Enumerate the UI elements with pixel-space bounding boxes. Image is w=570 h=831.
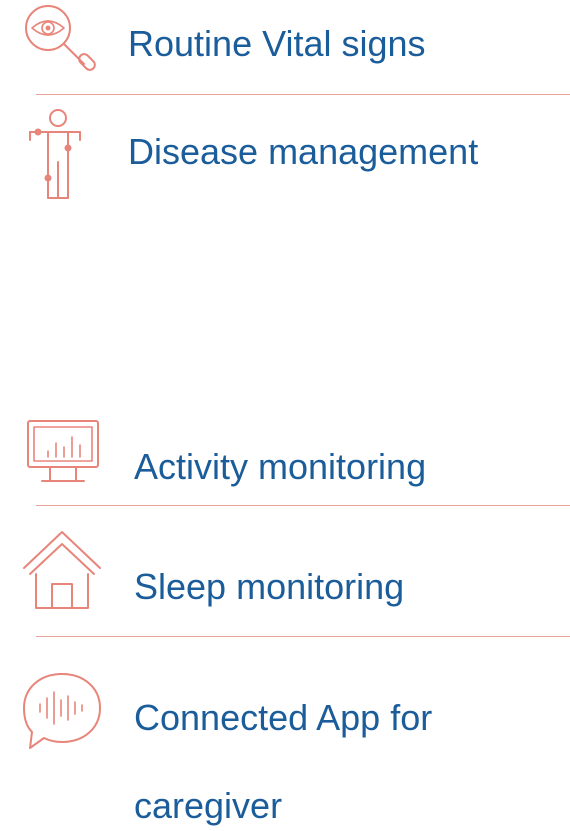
feature-activity-monitoring: Activity monitoring	[0, 415, 570, 505]
body-figure-icon	[18, 106, 92, 202]
house-icon	[22, 528, 102, 610]
monitor-chart-icon	[26, 419, 100, 489]
feature-disease-management: Disease management	[0, 100, 570, 210]
divider	[36, 505, 570, 506]
voice-bubble-icon	[22, 672, 102, 750]
feature-label-line1: Connected App for	[134, 697, 433, 738]
divider	[36, 636, 570, 637]
eye-magnifier-icon	[20, 2, 102, 80]
feature-sleep-monitoring: Sleep monitoring	[0, 520, 570, 630]
feature-vital-signs: Routine Vital signs	[0, 0, 570, 95]
feature-label: Sleep monitoring	[134, 566, 405, 607]
feature-label: Activity monitoring	[134, 446, 427, 487]
feature-label-line2: caregiver	[134, 785, 283, 826]
feature-connected-app: Connected App for caregiver	[0, 660, 570, 831]
feature-label: Routine Vital signs	[128, 23, 426, 64]
divider	[36, 94, 570, 95]
feature-label: Disease management	[128, 131, 479, 172]
